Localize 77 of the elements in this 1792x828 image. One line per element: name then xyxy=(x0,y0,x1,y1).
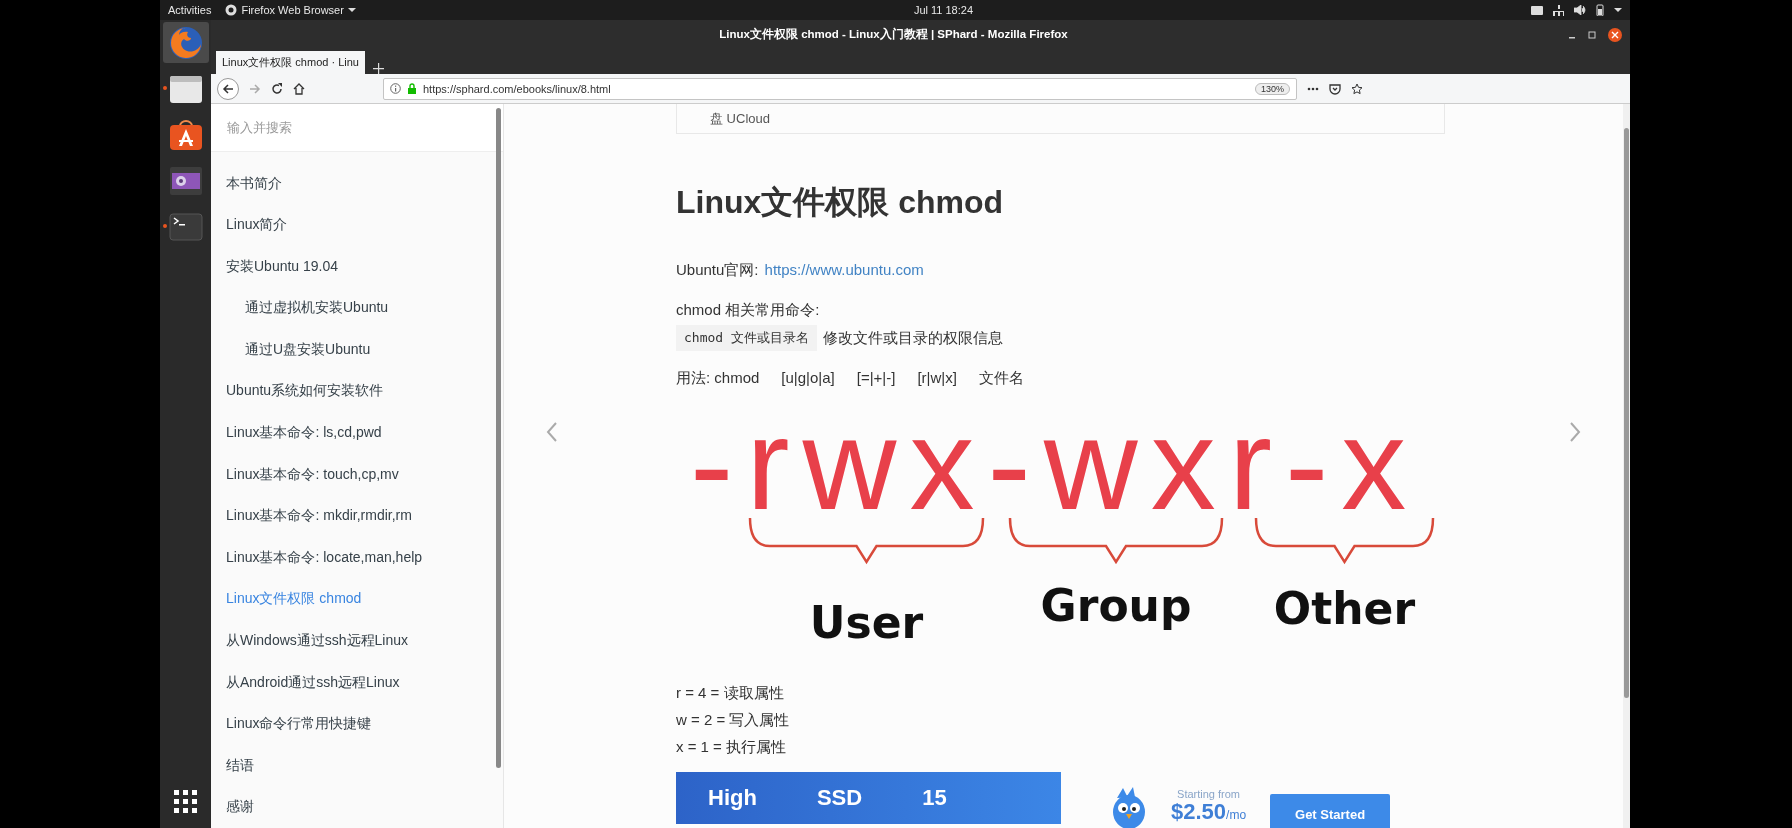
scrollbar[interactable] xyxy=(496,108,501,768)
sidebar-item[interactable]: Linux命令行常用快捷键 xyxy=(211,703,503,745)
close-icon[interactable] xyxy=(1608,27,1622,42)
app-menu[interactable]: Firefox Web Browser xyxy=(241,4,344,16)
reload-icon[interactable] xyxy=(271,82,283,95)
folder-icon[interactable] xyxy=(168,73,203,104)
sidebar-item[interactable]: Ubuntu系统如何安装软件 xyxy=(211,370,503,413)
sidebar-item[interactable]: Linux基本命令: locate,man,help xyxy=(211,536,503,579)
value-text: w = 2 = 写入属性 xyxy=(676,710,791,730)
sidebar-item[interactable]: 从Android通过ssh远程Linux xyxy=(211,661,503,704)
usage-part: 文件名 xyxy=(978,368,1024,388)
value-text: x = 1 = 执行属性 xyxy=(676,737,788,757)
caret-icon xyxy=(347,7,356,13)
search-input[interactable]: 输入并搜索 xyxy=(225,118,469,136)
url-text: https://sphard.com/ebooks/linux/8.html xyxy=(423,82,612,95)
sidebar-item[interactable]: Linux基本命令: ls,cd,pwd xyxy=(211,412,503,454)
price-caption: Starting from xyxy=(1177,788,1240,800)
usage-part: [r|w|x] xyxy=(917,368,957,388)
group-label: User xyxy=(809,597,924,648)
section-text: chmod 相关常用命令: xyxy=(676,300,821,320)
network-icon xyxy=(1553,4,1564,16)
banner-text: 15 xyxy=(922,785,947,811)
previous-card[interactable]: 盘 UCloud xyxy=(676,104,1445,134)
film-icon[interactable] xyxy=(168,164,203,197)
browser-tab[interactable]: Linux文件权限 chmod · Linu xyxy=(216,51,365,74)
card-text: 盘 UCloud xyxy=(710,109,770,128)
terminal-icon[interactable] xyxy=(168,212,203,241)
battery-icon xyxy=(1596,4,1604,16)
banner-text: High xyxy=(708,785,757,811)
ad-banner[interactable]: High SSD 15 xyxy=(676,772,1061,824)
sidebar-item[interactable]: 本书简介 xyxy=(211,162,503,205)
sidebar-item[interactable]: Linux基本命令: mkdir,rmdir,rm xyxy=(211,495,503,537)
home-icon[interactable] xyxy=(293,82,305,95)
more-icon[interactable] xyxy=(1307,86,1319,91)
caret-icon xyxy=(1614,7,1622,13)
back-button[interactable] xyxy=(217,77,239,100)
page-heading: Linux文件权限 chmod xyxy=(676,183,1005,222)
sidebar-item[interactable]: 从Windows通过ssh远程Linux xyxy=(211,620,503,662)
command-description: 修改文件或目录的权限信息 xyxy=(822,328,1003,348)
banner-text: SSD xyxy=(816,785,863,811)
permission-string: -rwx-wxr-x xyxy=(690,391,1420,537)
search-field[interactable]: 输入并搜索 xyxy=(211,104,503,152)
window-title: Linux文件权限 chmod - Linux入门教程 | SPhard - Mozilla Firefox xyxy=(718,27,1069,42)
activities-button[interactable]: Activities xyxy=(168,4,212,16)
sidebar-item[interactable]: 通过U盘安装Ubuntu xyxy=(211,328,503,371)
shopping-bag-icon[interactable] xyxy=(168,118,203,151)
site-label: Ubuntu官网: xyxy=(676,260,759,280)
address-bar[interactable]: https://sphard.com/ebooks/linux/8.html 130% xyxy=(383,77,1297,100)
lock-icon xyxy=(407,83,417,94)
sidebar-item[interactable]: 通过虚拟机安装Ubuntu xyxy=(211,287,503,329)
usage-part: [=|+|-] xyxy=(856,368,896,388)
code-snippet: chmod 文件或目录名 xyxy=(676,325,817,351)
volume-icon xyxy=(1574,5,1586,15)
back-arrow-icon xyxy=(222,82,234,95)
zoom-badge[interactable]: 130% xyxy=(1254,82,1290,95)
scrollbar[interactable] xyxy=(1624,128,1629,698)
site-link[interactable]: https://www.ubuntu.com xyxy=(764,259,924,281)
sidebar-item[interactable]: 结语 xyxy=(211,744,503,787)
new-tab-icon[interactable] xyxy=(372,63,384,74)
usage-part: 用法: chmod xyxy=(676,368,760,388)
star-icon[interactable] xyxy=(1351,82,1363,95)
group-label: Other xyxy=(1273,583,1416,634)
price-text: $2.50/mo xyxy=(1171,800,1247,826)
sidebar-item[interactable]: Linux简介 xyxy=(211,204,503,246)
info-icon xyxy=(390,83,401,94)
get-started-button[interactable]: Get Started xyxy=(1270,794,1391,828)
value-text: r = 4 = 读取属性 xyxy=(676,683,785,703)
sidebar-item[interactable]: Linux基本命令: touch,cp,mv xyxy=(211,453,503,496)
group-label: Group xyxy=(1040,580,1192,631)
usage-part: [u|g|o|a] xyxy=(781,368,835,388)
maximize-icon[interactable] xyxy=(1588,30,1596,39)
sidebar-item[interactable]: 安装Ubuntu 19.04 xyxy=(211,245,503,288)
pocket-icon[interactable] xyxy=(1329,82,1341,95)
app-grid-icon[interactable] xyxy=(171,787,200,816)
clock[interactable]: Jul 11 18:24 xyxy=(913,4,973,16)
sidebar-item[interactable]: 感谢 xyxy=(211,786,503,828)
sidebar-item[interactable]: Linux文件权限 chmod xyxy=(211,578,503,621)
